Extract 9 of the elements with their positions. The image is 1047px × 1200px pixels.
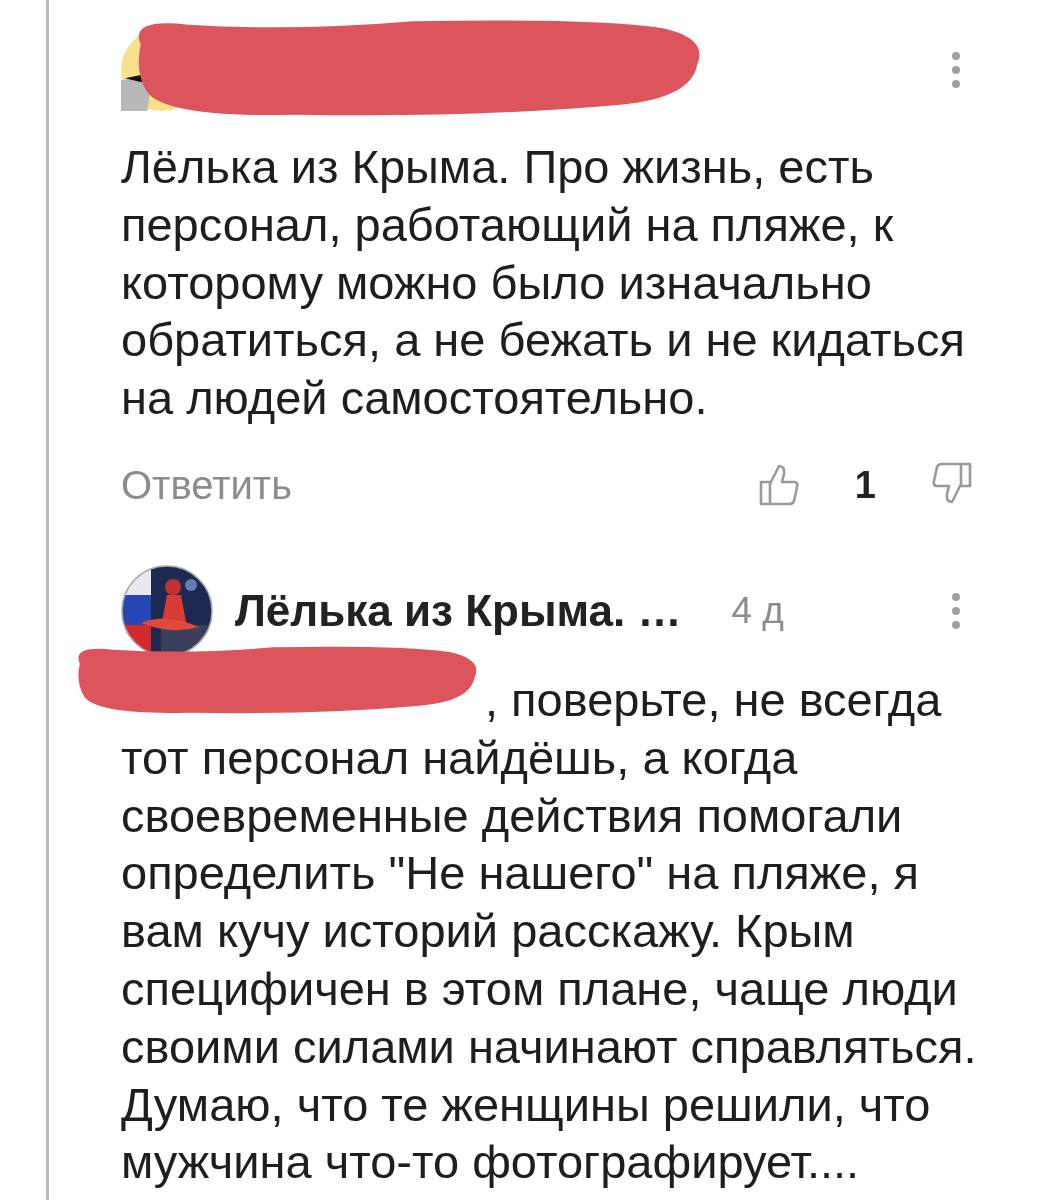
more-options-icon[interactable] (951, 592, 961, 630)
comment-time: 4 д (731, 590, 784, 632)
comment-text: , поверьте, не всегда тот персонал найдёшь, а когда своевременные действия помогали определить "Не нашего" на пляже, я вам кучу историй расскажу. Крым специфичен в этом плане, чаще люди своими силами начинают справляться. Думаю, что те женщины решили, что мужчина что-то фотографирует.... (121, 672, 978, 1191)
thumbs-up-icon[interactable] (758, 462, 799, 506)
comment-text: Лёлька из Крыма. Про жизнь, есть персонал, работающий на пляже, к которому можно было изначально обратиться, а не бежать и не кидаться на людей самостоятельно. (121, 139, 966, 427)
author-name[interactable]: Лёлька из Крыма. … (235, 586, 682, 636)
thumbs-down-icon[interactable] (932, 462, 972, 506)
more-options-icon[interactable] (951, 51, 961, 89)
like-count: 1 (854, 464, 876, 508)
